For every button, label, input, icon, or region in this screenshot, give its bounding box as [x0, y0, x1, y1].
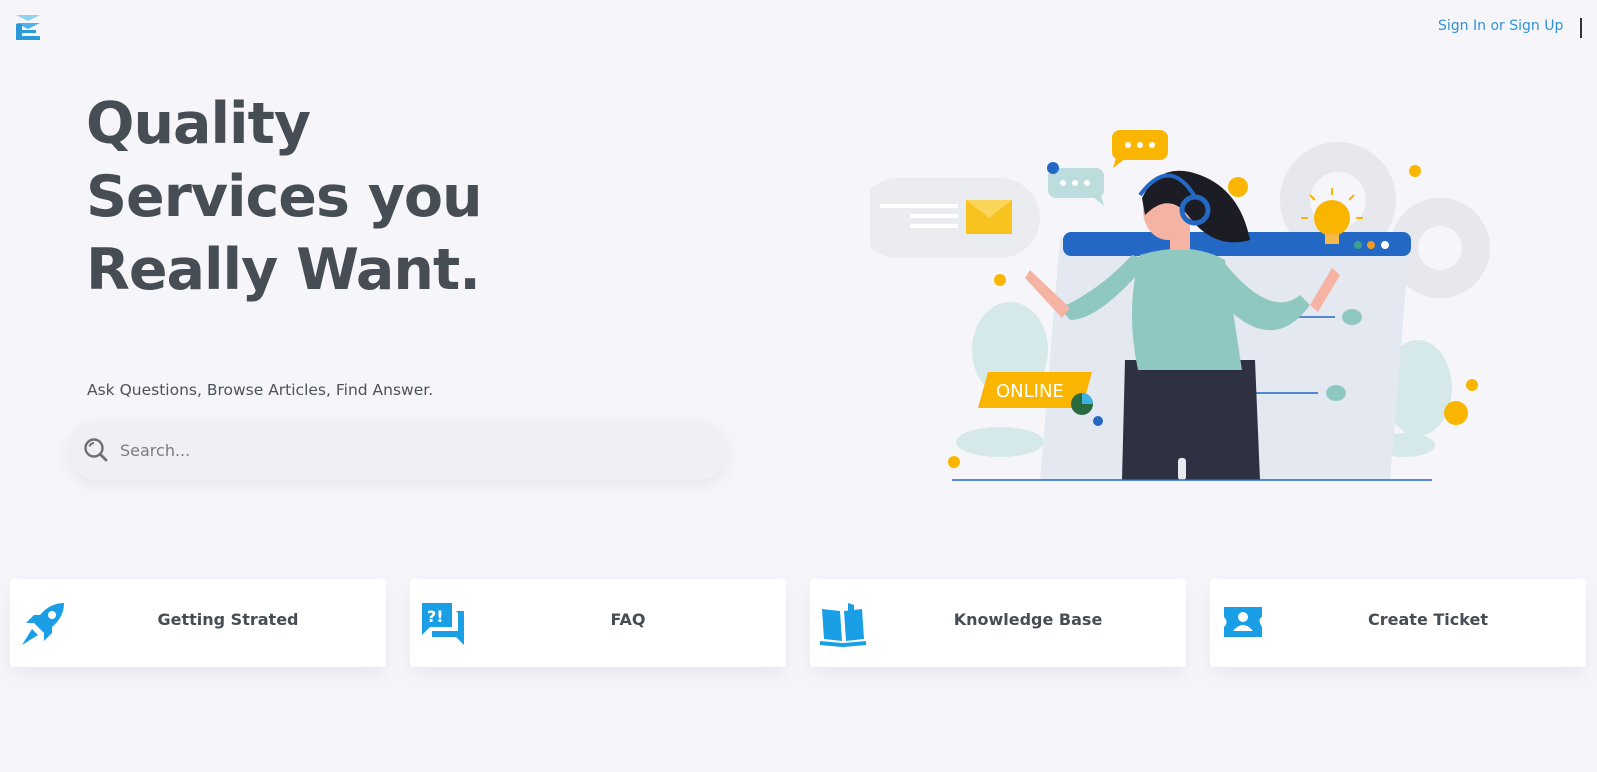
- svg-text:?!: ?!: [427, 607, 444, 626]
- hero-title-line-2: Services you: [86, 164, 483, 230]
- hero-title-line-1: Quality: [86, 91, 311, 157]
- search-input[interactable]: [120, 440, 700, 460]
- card-label: Knowledge Base: [953, 610, 1103, 629]
- ticket-icon: [1224, 607, 1262, 637]
- card-label: FAQ: [610, 610, 646, 629]
- open-book-icon: [820, 603, 866, 647]
- card-knowledge-base[interactable]: Knowledge Base: [810, 579, 1186, 667]
- card-getting-started[interactable]: Getting Strated: [10, 579, 386, 667]
- page: Sign In or Sign Up Quality Services you …: [0, 0, 1597, 772]
- faq-chat-icon: ?!: [422, 603, 464, 645]
- rocket-icon: [22, 603, 64, 645]
- sign-in-link[interactable]: Sign In or Sign Up: [1438, 18, 1563, 34]
- search-bar[interactable]: [68, 420, 728, 480]
- card-faq[interactable]: ?! FAQ: [410, 579, 786, 667]
- logo-icon[interactable]: [14, 12, 44, 44]
- card-label: Getting Strated: [157, 610, 299, 629]
- hero-title: Quality Services you Really Want.: [86, 88, 586, 307]
- hero-subtitle: Ask Questions, Browse Articles, Find Ans…: [87, 381, 434, 399]
- header-divider: [1580, 18, 1582, 38]
- card-create-ticket[interactable]: Create Ticket: [1210, 579, 1586, 667]
- hero-title-line-3: Really Want.: [86, 237, 481, 303]
- card-label: Create Ticket: [1368, 610, 1488, 629]
- support-agent-illustration: ONLINE: [870, 130, 1490, 481]
- search-icon[interactable]: [82, 436, 110, 464]
- online-badge-text: ONLINE: [996, 381, 1064, 402]
